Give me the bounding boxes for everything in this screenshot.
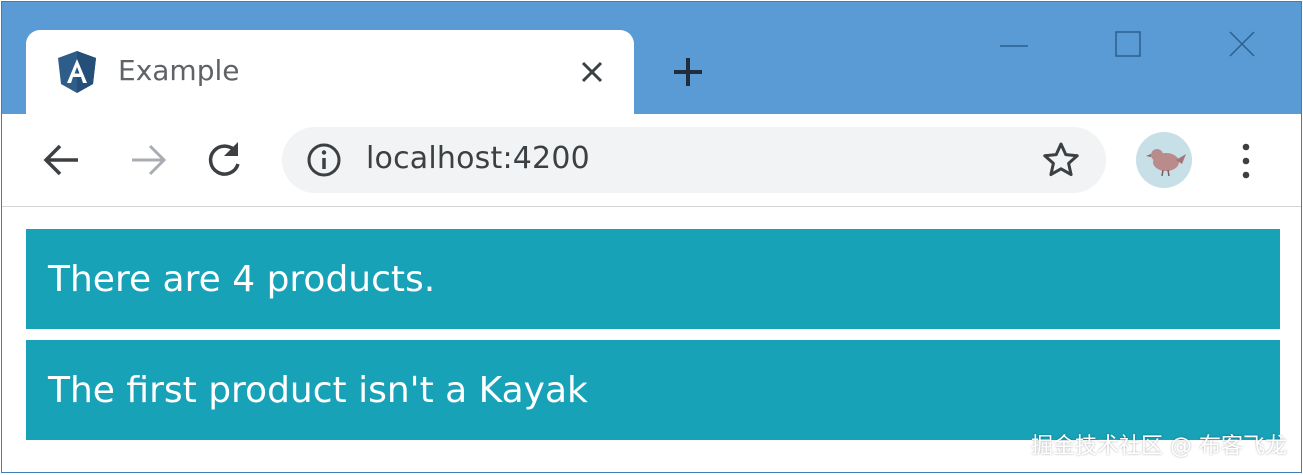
- more-vertical-icon[interactable]: [1228, 138, 1264, 184]
- plus-icon[interactable]: [670, 54, 706, 90]
- browser-window: Example localhost:4200 There are 4 produ…: [1, 1, 1302, 473]
- url-text[interactable]: localhost:4200: [366, 141, 590, 176]
- close-icon[interactable]: [1220, 26, 1264, 66]
- avatar[interactable]: [1136, 132, 1192, 188]
- info-icon[interactable]: [306, 142, 342, 178]
- reload-icon[interactable]: [202, 138, 246, 182]
- tab-title: Example: [118, 54, 240, 87]
- close-icon[interactable]: [578, 58, 606, 86]
- watermark: 掘金技术社区 @ 布客飞龙: [1031, 434, 1287, 459]
- address-bar[interactable]: localhost:4200: [282, 127, 1106, 193]
- arrow-right-icon[interactable]: [126, 138, 170, 182]
- title-bar: Example: [2, 2, 1301, 114]
- minimize-icon[interactable]: [992, 26, 1036, 66]
- product-count-alert: There are 4 products.: [26, 229, 1280, 329]
- first-product-alert: The first product isn't a Kayak: [26, 340, 1280, 440]
- browser-toolbar: localhost:4200: [2, 114, 1301, 207]
- avatar-bird-icon: [1146, 149, 1186, 177]
- maximize-icon[interactable]: [1106, 26, 1150, 66]
- arrow-left-icon[interactable]: [40, 138, 84, 182]
- angular-logo-icon: [58, 51, 96, 93]
- tab-example[interactable]: Example: [26, 30, 634, 114]
- star-icon[interactable]: [1042, 141, 1080, 179]
